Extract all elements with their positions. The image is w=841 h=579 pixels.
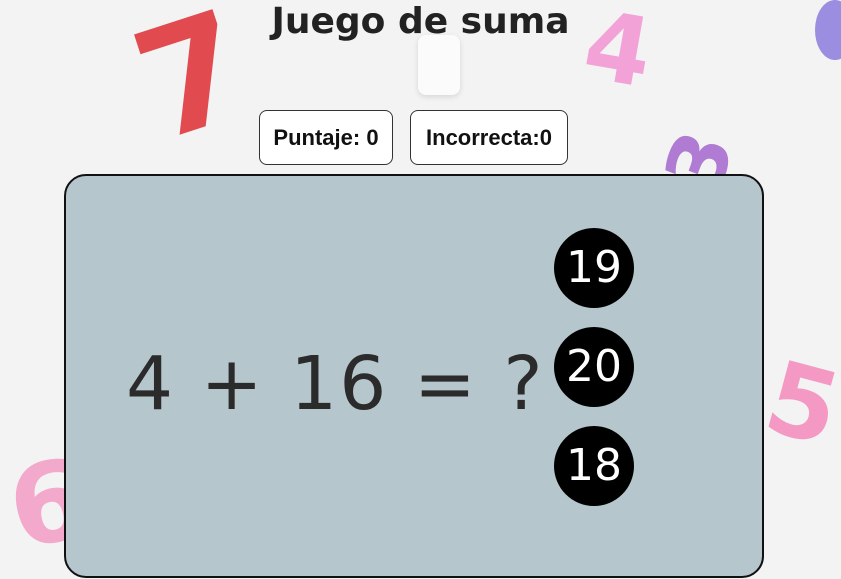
equation-text: 4 + 16 = ? [126, 341, 545, 427]
answer-option-3[interactable]: 18 [554, 426, 634, 506]
toy-white-decoration [418, 35, 460, 95]
wrong-count-badge: Incorrecta:0 [410, 110, 568, 165]
score-badge: Puntaje: 0 [259, 110, 393, 165]
toy-five-decoration: 5 [754, 337, 841, 470]
question-card: 4 + 16 = ? 19 20 18 [64, 174, 764, 578]
answer-option-1[interactable]: 19 [554, 228, 634, 308]
answer-option-2[interactable]: 20 [554, 327, 634, 407]
page-title: Juego de suma [271, 1, 570, 42]
